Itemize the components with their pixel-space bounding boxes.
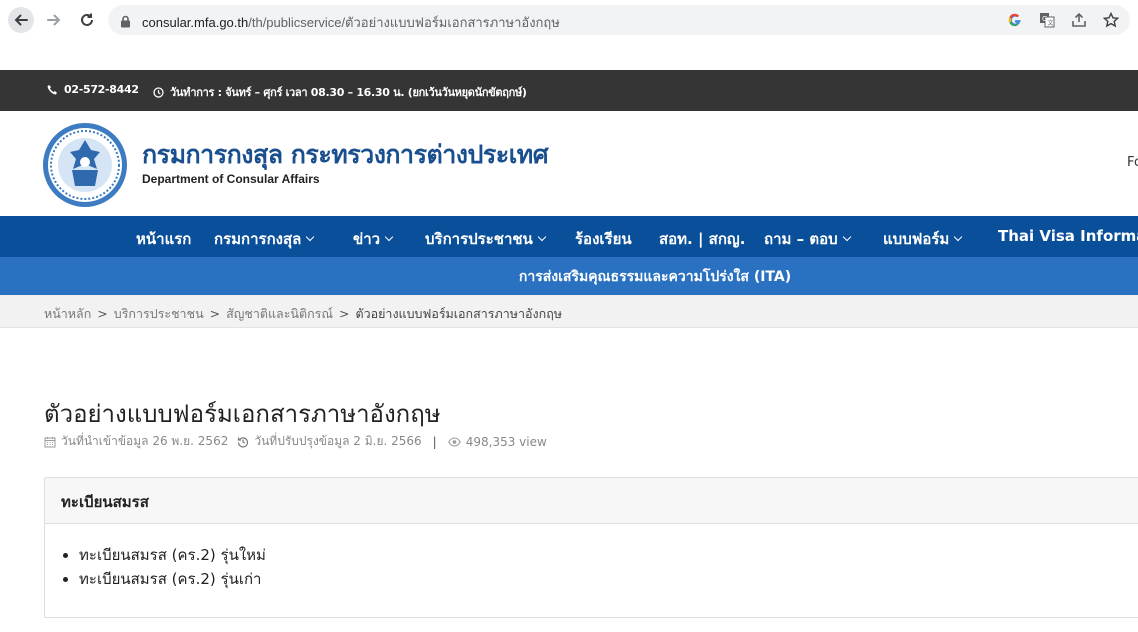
view-count: 498,353 view [465,434,547,449]
article-meta: วันที่นำเข้าข้อมูล 26 พ.ย. 2562 วันที่ปร… [44,432,547,451]
address-bar[interactable]: consular.mfa.go.th/th/publicservice/ตัวอ… [108,5,1130,35]
header-right-link[interactable]: Fo [1127,155,1138,170]
nav-news-label: ข่าว [353,230,381,248]
section-card: ทะเบียนสมรส ทะเบียนสมรส (คร.2) รุ่นใหม่ … [44,477,1138,618]
nav-home-label: หน้าแรก [136,230,192,248]
forward-button[interactable] [41,7,67,33]
nav-department-label: กรมการกงสุล [214,230,302,248]
department-logo[interactable] [42,122,128,208]
chevron-down-icon [954,232,963,242]
eye-icon [447,436,461,447]
history-icon [237,436,249,448]
office-hours: วันทำการ : จันทร์ – ศุกร์ เวลา 08.30 – 1… [153,83,527,101]
chevron-down-icon [537,232,547,242]
page-title: ตัวอย่างแบบฟอร์มเอกสารภาษาอังกฤษ [44,400,441,428]
list-item[interactable]: ทะเบียนสมรส (คร.2) รุ่นเก่า [79,567,1138,591]
chevron-down-icon [384,232,394,242]
nav-thai-visa-label: Thai Visa Information [998,227,1138,245]
list-item[interactable]: ทะเบียนสมรส (คร.2) รุ่นใหม่ [79,543,1138,567]
document-link-new[interactable]: ทะเบียนสมรส (คร.2) รุ่นใหม่ [79,546,266,564]
nav-forms-label: แบบฟอร์ม [883,230,950,248]
calendar-icon [44,436,56,448]
section-heading: ทะเบียนสมรส [45,478,1138,524]
chevron-down-icon [842,232,851,242]
breadcrumb-separator: > [338,306,350,321]
arrow-left-icon [14,14,28,26]
google-icon[interactable] [1006,11,1024,29]
site-header: กรมการกงสุล กระทรวงการต่างประเทศ Departm… [0,111,1138,216]
reload-button[interactable] [74,7,100,33]
phone-contact[interactable]: 02-572-8442 [47,83,139,96]
reload-icon [81,13,93,26]
back-button[interactable] [8,7,34,33]
document-list: ทะเบียนสมรส (คร.2) รุ่นใหม่ ทะเบียนสมรส … [45,524,1138,591]
ita-bar: การส่งเสริมคุณธรรมและความโปร่งใส (ITA) [0,257,1138,295]
clock-icon [153,86,164,98]
nav-embassies[interactable]: สอท. | สกญ. [659,227,745,251]
nav-complaints[interactable]: ร้องเรียน [575,227,632,251]
breadcrumb-home[interactable]: หน้าหลัก [44,306,91,321]
nav-faq-label: ถาม – ตอบ [764,230,838,248]
nav-home[interactable]: หน้าแรก [136,227,191,251]
breadcrumb-nationality[interactable]: สัญชาติและนิติกรณ์ [226,306,333,321]
share-icon[interactable] [1070,11,1088,29]
url-host: consular.mfa.go.th [142,15,249,30]
svg-text:文: 文 [1048,19,1054,27]
lock-icon [120,13,131,32]
top-info-bar: 02-572-8442 วันทำการ : จันทร์ – ศุกร์ เว… [0,70,1138,111]
meta-divider: | [432,434,437,449]
translate-icon[interactable]: G文 [1038,11,1056,29]
phone-icon [47,85,57,95]
office-hours-text: วันทำการ : จันทร์ – ศุกร์ เวลา 08.30 – 1… [170,86,527,99]
nav-complaints-label: ร้องเรียน [575,230,632,248]
ita-link[interactable]: การส่งเสริมคุณธรรมและความโปร่งใส (ITA) [0,266,1138,288]
nav-thai-visa[interactable]: Thai Visa Information [998,227,1138,245]
nav-public-services-label: บริการประชาชน [425,230,533,248]
arrow-right-icon [47,14,61,26]
document-link-old[interactable]: ทะเบียนสมรส (คร.2) รุ่นเก่า [79,570,261,588]
updated-date: วันที่ปรับปรุงข้อมูล 2 มิ.ย. 2566 [254,434,422,448]
nav-forms[interactable]: แบบฟอร์ม [883,227,963,251]
site-title[interactable]: กรมการกงสุล กระทรวงการต่างประเทศ [142,135,549,175]
nav-public-services[interactable]: บริการประชาชน [425,227,547,251]
main-navigation: หน้าแรก กรมการกงสุล ข่าว บริการประชาชน ร… [0,216,1138,257]
url-path: /th/publicservice/ตัวอย่างแบบฟอร์มเอกสาร… [248,15,560,30]
browser-toolbar: consular.mfa.go.th/th/publicservice/ตัวอ… [0,0,1138,70]
phone-number: 02-572-8442 [64,83,139,96]
nav-news[interactable]: ข่าว [353,227,394,251]
chevron-down-icon [306,232,315,242]
breadcrumb-services[interactable]: บริการประชาชน [114,306,204,321]
nav-embassies-label: สอท. | สกญ. [659,230,746,248]
nav-faq[interactable]: ถาม – ตอบ [764,227,851,251]
site-subtitle: Department of Consular Affairs [142,172,320,186]
breadcrumb-separator: > [97,306,108,321]
breadcrumb: หน้าหลัก > บริการประชาชน > สัญชาติและนิติกรณ… [0,295,1138,328]
breadcrumb-current: ตัวอย่างแบบฟอร์มเอกสารภาษาอังกฤษ [355,306,562,321]
url-text: consular.mfa.go.th/th/publicservice/ตัวอ… [142,12,560,33]
bookmark-star-icon[interactable] [1102,11,1120,29]
breadcrumb-separator: > [209,306,221,321]
created-date: วันที่นำเข้าข้อมูล 26 พ.ย. 2562 [61,434,229,448]
nav-department[interactable]: กรมการกงสุล [214,227,315,251]
